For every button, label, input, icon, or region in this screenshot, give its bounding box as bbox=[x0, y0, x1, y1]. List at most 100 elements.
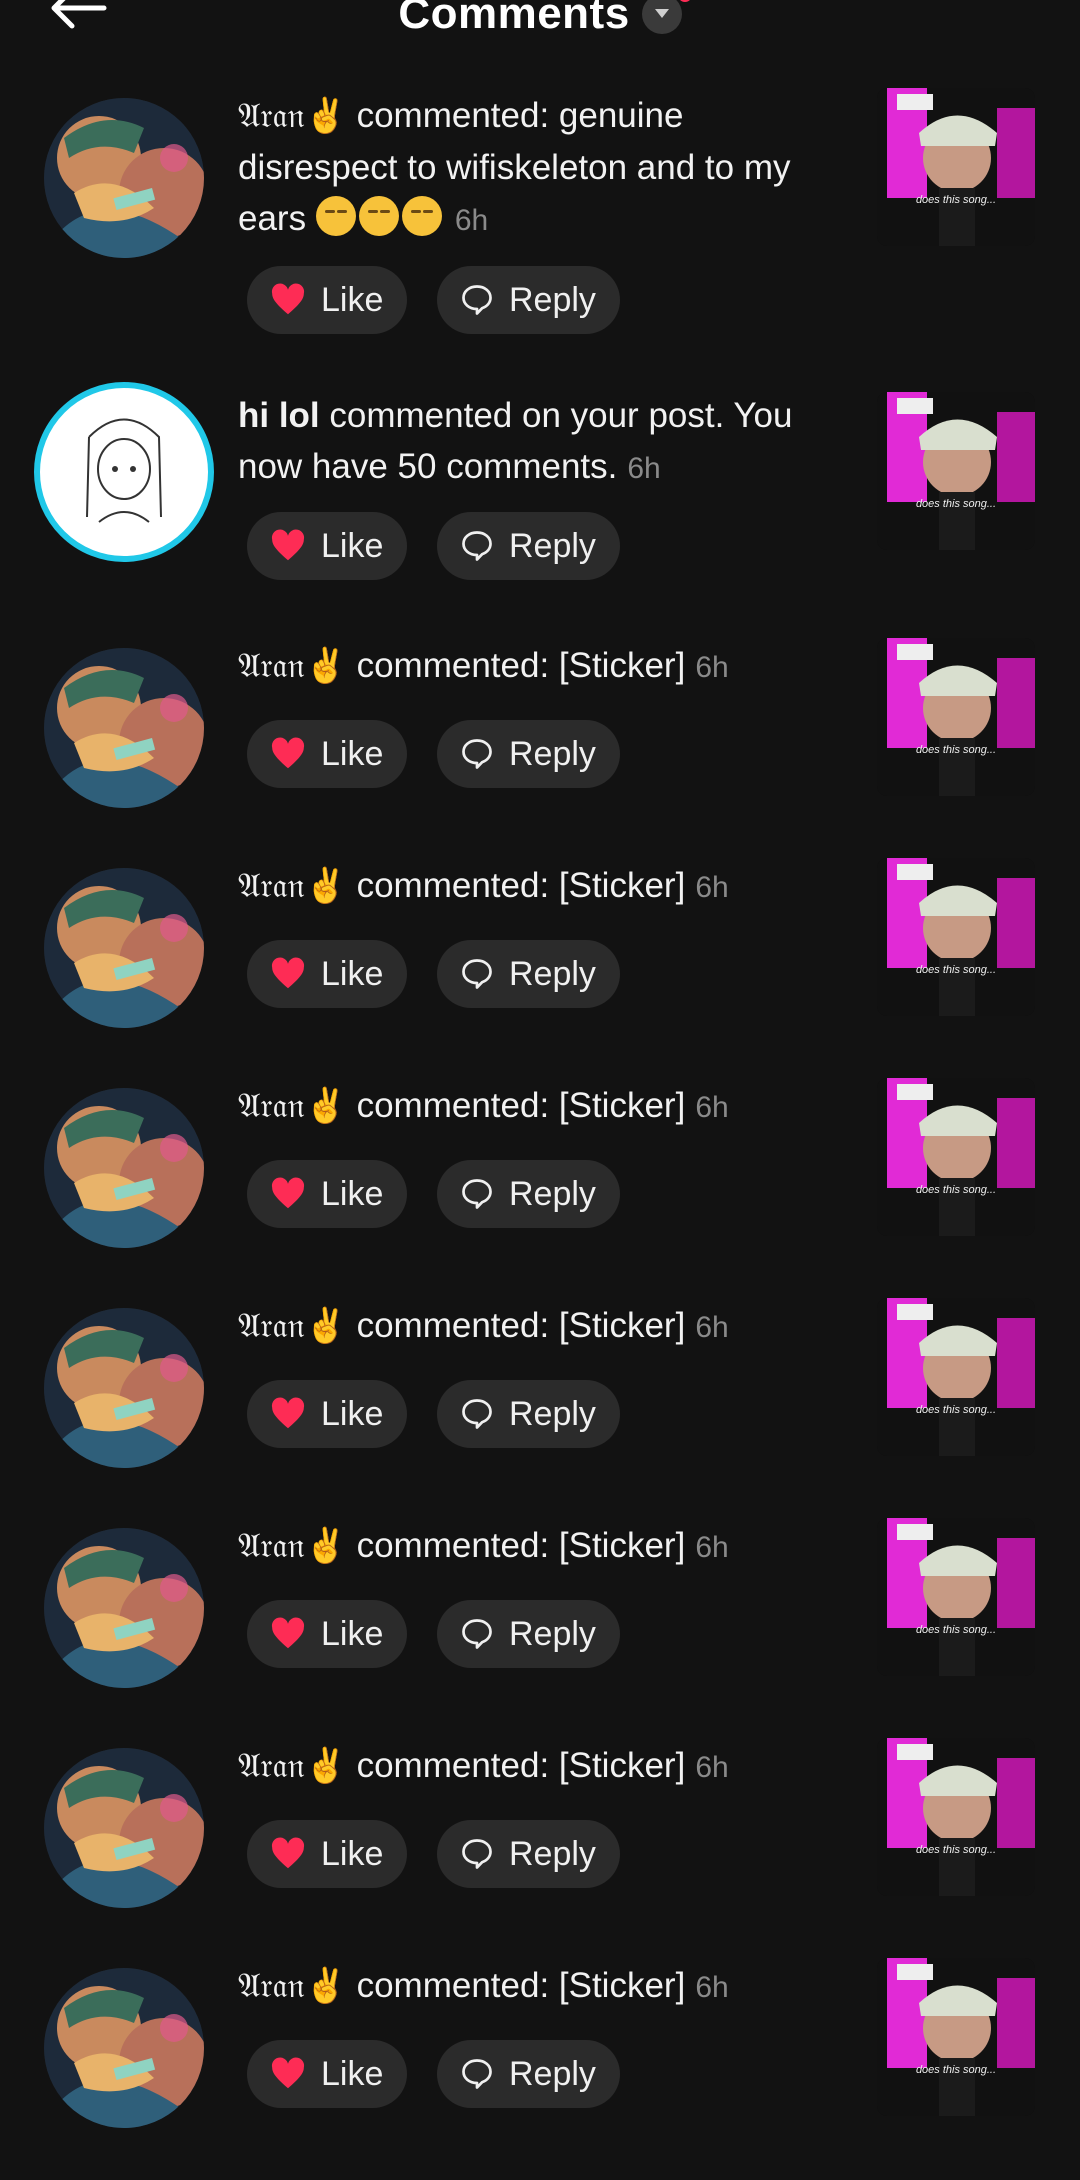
notification-item: 𝔄𝔯𝔞𝔫✌️ commented: [Sticker] 6h Like Reply do… bbox=[0, 858, 1080, 1080]
username[interactable]: 𝔄𝔯𝔞𝔫✌️ bbox=[238, 1306, 347, 1346]
username[interactable]: 𝔄𝔯𝔞𝔫✌️ bbox=[238, 1746, 347, 1786]
avatar-image bbox=[44, 1968, 204, 2128]
post-thumbnail[interactable]: does this song... bbox=[877, 1958, 1035, 2116]
video-frame bbox=[877, 392, 1035, 550]
thumbnail-caption: does this song... bbox=[915, 1404, 997, 1416]
heart-icon bbox=[269, 735, 307, 773]
reply-button[interactable]: Reply bbox=[437, 266, 620, 334]
avatar[interactable] bbox=[44, 1528, 204, 1688]
speech-bubble-icon bbox=[459, 1176, 495, 1212]
reply-button[interactable]: Reply bbox=[437, 2040, 620, 2108]
reply-label: Reply bbox=[509, 1834, 596, 1873]
reply-button[interactable]: Reply bbox=[437, 720, 620, 788]
username[interactable]: 𝔄𝔯𝔞𝔫✌️ bbox=[238, 866, 347, 906]
notification-item: 𝔄𝔯𝔞𝔫✌️ commented: [Sticker] 6h Like Reply do… bbox=[0, 1518, 1080, 1740]
speech-bubble-icon bbox=[459, 956, 495, 992]
reply-button[interactable]: Reply bbox=[437, 1160, 620, 1228]
post-thumbnail[interactable]: does this song... bbox=[877, 88, 1035, 246]
avatar[interactable] bbox=[44, 1308, 204, 1468]
reply-label: Reply bbox=[509, 1614, 596, 1653]
username[interactable]: 𝔄𝔯𝔞𝔫✌️ bbox=[238, 1086, 347, 1126]
notification-item: 𝔄𝔯𝔞𝔫✌️ commented: [Sticker] 6h Like Reply do… bbox=[0, 1298, 1080, 1520]
avatar[interactable] bbox=[44, 98, 204, 258]
reply-button[interactable]: Reply bbox=[437, 940, 620, 1008]
comment-body: commented: [Sticker] bbox=[356, 866, 686, 905]
timestamp: 6h bbox=[695, 651, 729, 684]
username[interactable]: 𝔄𝔯𝔞𝔫✌️ bbox=[238, 96, 347, 136]
post-thumbnail[interactable]: does this song... bbox=[877, 1518, 1035, 1676]
notification-dot bbox=[677, 0, 692, 2]
notification-text: hi lol commented on your post. You now h… bbox=[238, 390, 848, 494]
thumbnail-caption: does this song... bbox=[915, 2064, 997, 2076]
like-button[interactable]: Like bbox=[247, 2040, 407, 2108]
chevron-down-icon bbox=[654, 9, 669, 18]
notification-item: hi lol commented on your post. You now h… bbox=[0, 382, 1080, 602]
reply-label: Reply bbox=[509, 1174, 596, 1213]
header: Comments bbox=[0, 0, 1080, 44]
like-button[interactable]: Like bbox=[247, 1820, 407, 1888]
post-thumbnail[interactable]: does this song... bbox=[877, 1078, 1035, 1236]
like-button[interactable]: Like bbox=[247, 1160, 407, 1228]
post-thumbnail[interactable]: does this song... bbox=[877, 638, 1035, 796]
username[interactable]: 𝔄𝔯𝔞𝔫✌️ bbox=[238, 1966, 347, 2006]
video-frame bbox=[877, 1078, 1035, 1236]
speech-bubble-icon bbox=[459, 1836, 495, 1872]
notification-text: 𝔄𝔯𝔞𝔫✌️ commented: [Sticker] 6h bbox=[238, 640, 848, 693]
timestamp: 6h bbox=[695, 1751, 729, 1784]
heart-icon bbox=[269, 281, 307, 319]
like-button[interactable]: Like bbox=[247, 940, 407, 1008]
username[interactable]: hi lol bbox=[238, 396, 320, 435]
timestamp: 6h bbox=[695, 1971, 729, 2004]
title-dropdown[interactable] bbox=[641, 0, 692, 34]
post-thumbnail[interactable]: does this song... bbox=[877, 1738, 1035, 1896]
heart-icon bbox=[269, 527, 307, 565]
notification-text: 𝔄𝔯𝔞𝔫✌️ commented: [Sticker] 6h bbox=[238, 1960, 848, 2013]
avatar[interactable] bbox=[44, 868, 204, 1028]
like-label: Like bbox=[321, 2054, 384, 2093]
avatar[interactable] bbox=[34, 382, 214, 562]
like-button[interactable]: Like bbox=[247, 720, 407, 788]
timestamp: 6h bbox=[695, 1311, 729, 1344]
avatar-image bbox=[44, 1528, 204, 1688]
notification-text: 𝔄𝔯𝔞𝔫✌️ commented: [Sticker] 6h bbox=[238, 1520, 848, 1573]
timestamp: 6h bbox=[454, 204, 489, 237]
like-button[interactable]: Like bbox=[247, 1380, 407, 1448]
comment-body: commented: [Sticker] bbox=[356, 1746, 686, 1785]
reply-button[interactable]: Reply bbox=[437, 1600, 620, 1668]
like-button[interactable]: Like bbox=[247, 266, 407, 334]
comment-body: commented: [Sticker] bbox=[356, 646, 686, 685]
reply-button[interactable]: Reply bbox=[437, 1380, 620, 1448]
reply-button[interactable]: Reply bbox=[437, 512, 620, 580]
like-label: Like bbox=[321, 1174, 384, 1213]
timestamp: 6h bbox=[695, 1091, 729, 1124]
post-thumbnail[interactable]: does this song... bbox=[877, 392, 1035, 550]
heart-icon bbox=[269, 1175, 307, 1213]
username[interactable]: 𝔄𝔯𝔞𝔫✌️ bbox=[238, 646, 347, 686]
thumbnail-caption: does this song... bbox=[915, 1184, 997, 1196]
post-thumbnail[interactable]: does this song... bbox=[877, 858, 1035, 1016]
like-label: Like bbox=[321, 1834, 384, 1873]
avatar[interactable] bbox=[44, 1968, 204, 2128]
thumbnail-caption: does this song... bbox=[915, 194, 997, 206]
notification-text: 𝔄𝔯𝔞𝔫✌️ commented: [Sticker] 6h bbox=[238, 1080, 848, 1133]
thumbnail-caption: does this song... bbox=[915, 498, 997, 510]
relieved-face-emoji bbox=[401, 196, 442, 236]
heart-icon bbox=[269, 2055, 307, 2093]
video-frame bbox=[877, 88, 1035, 246]
reply-label: Reply bbox=[509, 954, 596, 993]
comment-body: commented: [Sticker] bbox=[356, 1306, 686, 1345]
avatar[interactable] bbox=[44, 1088, 204, 1248]
speech-bubble-icon bbox=[459, 528, 495, 564]
reply-label: Reply bbox=[509, 1394, 596, 1433]
like-label: Like bbox=[321, 954, 384, 993]
avatar[interactable] bbox=[44, 1748, 204, 1908]
heart-icon bbox=[269, 1395, 307, 1433]
like-button[interactable]: Like bbox=[247, 1600, 407, 1668]
username[interactable]: 𝔄𝔯𝔞𝔫✌️ bbox=[238, 1526, 347, 1566]
avatar[interactable] bbox=[44, 648, 204, 808]
like-button[interactable]: Like bbox=[247, 512, 407, 580]
reply-button[interactable]: Reply bbox=[437, 1820, 620, 1888]
comment-body: commented: [Sticker] bbox=[356, 1526, 686, 1565]
notification-item: 𝔄𝔯𝔞𝔫✌️ commented: [Sticker] 6h Like Reply do… bbox=[0, 1958, 1080, 2180]
post-thumbnail[interactable]: does this song... bbox=[877, 1298, 1035, 1456]
